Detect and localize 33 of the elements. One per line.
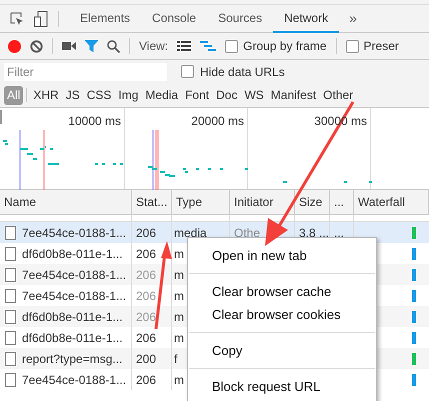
status-code: 206: [136, 372, 156, 388]
resource-type: m: [174, 288, 184, 304]
request-name: 7ee454ce-0188-1...: [22, 372, 126, 388]
request-name: df6d0b8e-011e-1...: [22, 308, 123, 326]
resource-type: media: [174, 224, 207, 242]
status-code: 206: [136, 288, 156, 304]
time: ...: [334, 224, 344, 242]
initiator: Othe: [234, 224, 260, 242]
view-label: View:: [139, 38, 168, 55]
status-code: 206: [136, 246, 156, 262]
request-name: df6d0b8e-011e-1...: [22, 246, 123, 262]
size: 3.8 ...: [299, 224, 330, 242]
time-tick-label: 10000 ms: [68, 113, 121, 126]
request-name: 7ee454ce-0188-1...: [22, 288, 126, 304]
resource-type: m: [174, 308, 184, 326]
checkbox-label: Hide data URLs: [200, 64, 285, 80]
resource-type: m: [174, 330, 184, 346]
status-code: 200: [136, 350, 156, 368]
status-code: 206: [136, 330, 156, 346]
checkbox-label: Group by frame: [243, 38, 327, 55]
status-code: 206: [136, 224, 156, 242]
resource-type: m: [174, 266, 184, 284]
request-name: 7ee454ce-0188-1...: [22, 266, 126, 284]
resource-type: m: [174, 372, 184, 388]
request-name: 7ee454ce-0188-1...: [22, 224, 126, 242]
request-name: df6d0b8e-011e-1...: [22, 330, 123, 346]
checkbox-label: Preser: [364, 38, 399, 55]
resource-type: f: [174, 350, 178, 368]
resource-type: m: [174, 246, 184, 262]
status-code: 206: [136, 266, 156, 284]
status-code: 206: [136, 308, 156, 326]
time-tick-label: 20000 ms: [191, 113, 244, 126]
request-name: report?type=msg...: [22, 350, 122, 368]
